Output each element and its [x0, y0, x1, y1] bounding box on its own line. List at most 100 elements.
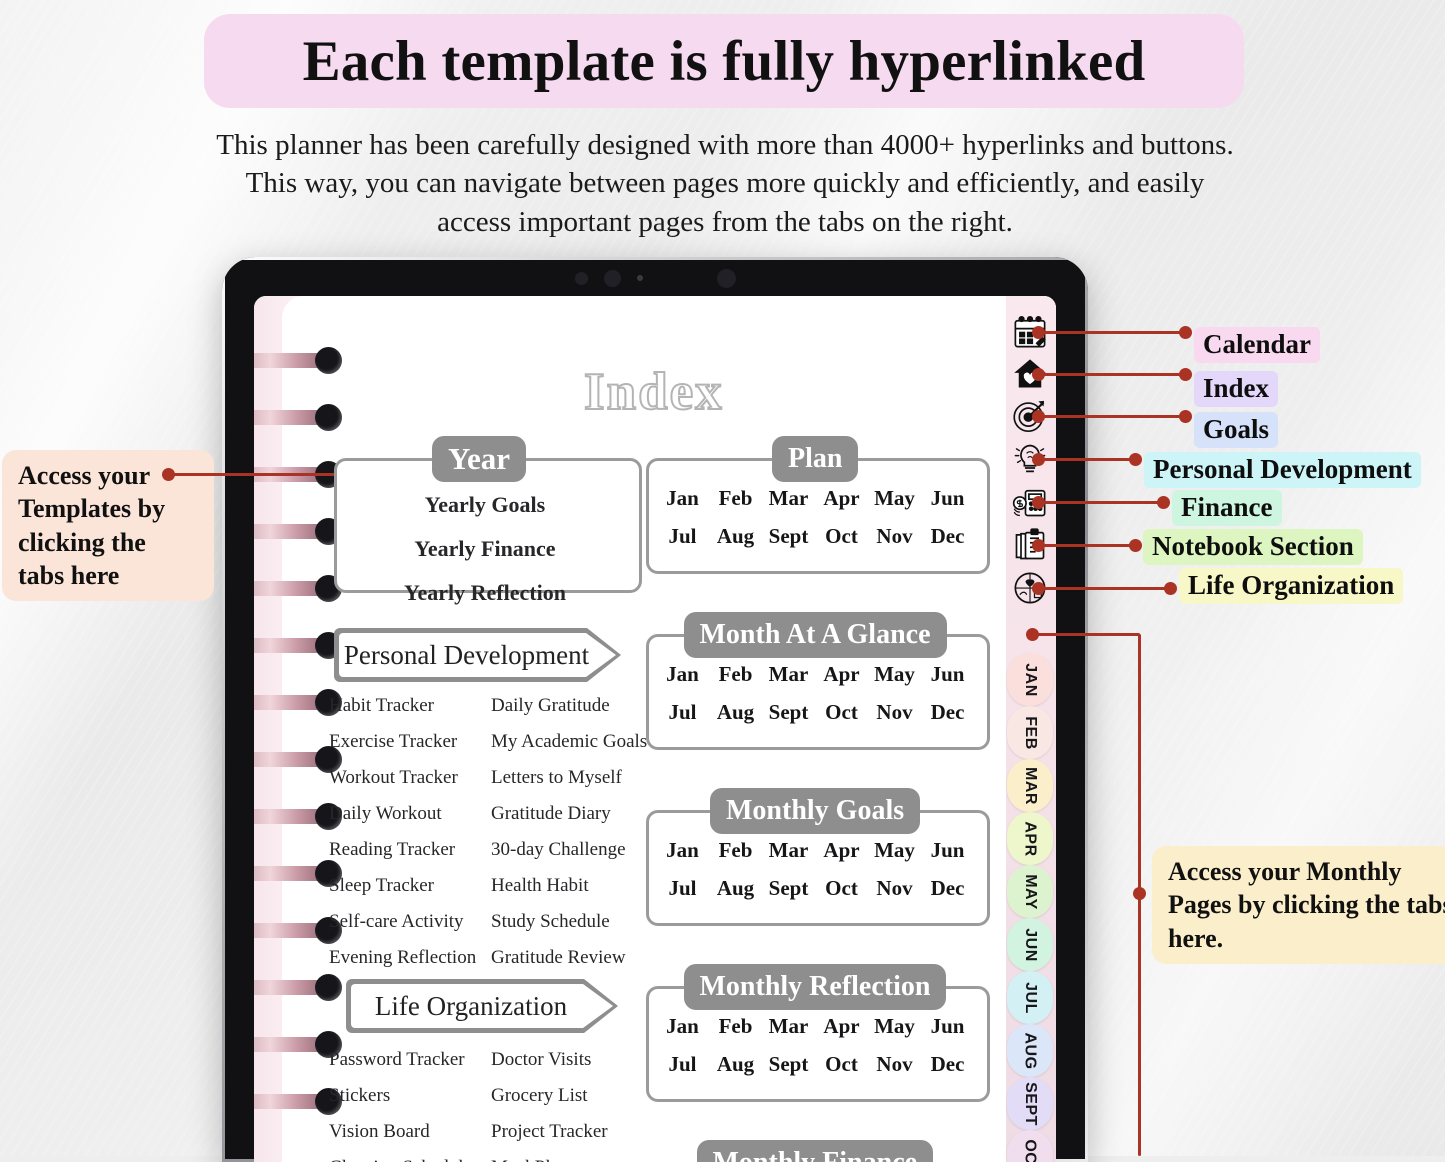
month-link-jun[interactable]: Jun: [921, 838, 974, 863]
month-tab-may[interactable]: MAY: [1007, 865, 1053, 918]
month-link-oct[interactable]: Oct: [815, 524, 868, 549]
side-tab-label-goals[interactable]: Goals: [1194, 412, 1279, 448]
month-card-badge[interactable]: Monthly Reflection: [683, 964, 947, 1010]
month-link-may[interactable]: May: [868, 662, 921, 687]
month-link-jan[interactable]: Jan: [656, 662, 709, 687]
month-card-badge[interactable]: Monthly Finance: [696, 1140, 934, 1162]
list-item[interactable]: Sleep Tracker: [329, 876, 489, 895]
month-link-dec[interactable]: Dec: [921, 876, 974, 901]
month-tab-sept[interactable]: SEPT: [1007, 1077, 1053, 1130]
list-item[interactable]: 30-day Challenge: [491, 840, 671, 859]
list-item[interactable]: Habit Tracker: [329, 696, 489, 715]
list-item[interactable]: Daily Gratitude: [491, 696, 671, 715]
month-link-dec[interactable]: Dec: [921, 700, 974, 725]
month-link-nov[interactable]: Nov: [868, 1052, 921, 1077]
month-card-badge[interactable]: Month At A Glance: [683, 612, 947, 658]
month-link-sept[interactable]: Sept: [762, 700, 815, 725]
month-link-apr[interactable]: Apr: [815, 838, 868, 863]
month-link-jun[interactable]: Jun: [921, 1014, 974, 1039]
side-tab-label-calendar[interactable]: Calendar: [1194, 327, 1320, 363]
month-tab-jun[interactable]: JUN: [1007, 918, 1053, 971]
list-item[interactable]: Evening Reflection: [329, 948, 489, 967]
month-link-jan[interactable]: Jan: [656, 1014, 709, 1039]
month-link-apr[interactable]: Apr: [815, 662, 868, 687]
month-tab-apr[interactable]: APR: [1007, 812, 1053, 865]
month-card-badge[interactable]: Monthly Goals: [710, 788, 921, 834]
month-link-oct[interactable]: Oct: [815, 1052, 868, 1077]
list-item[interactable]: Health Habit: [491, 876, 671, 895]
month-tab-oct[interactable]: OCT: [1007, 1130, 1053, 1162]
month-tab-aug[interactable]: AUG: [1007, 1024, 1053, 1077]
month-link-aug[interactable]: Aug: [709, 700, 762, 725]
list-item[interactable]: Grocery List: [491, 1086, 671, 1105]
list-item[interactable]: Daily Workout: [329, 804, 489, 823]
month-link-oct[interactable]: Oct: [815, 876, 868, 901]
month-link-mar[interactable]: Mar: [762, 662, 815, 687]
list-item[interactable]: Meal Planner: [491, 1158, 671, 1162]
month-link-may[interactable]: May: [868, 1014, 921, 1039]
list-item[interactable]: Study Schedule: [491, 912, 671, 931]
month-link-mar[interactable]: Mar: [762, 486, 815, 511]
month-link-feb[interactable]: Feb: [709, 486, 762, 511]
month-link-aug[interactable]: Aug: [709, 1052, 762, 1077]
list-item[interactable]: Cleaning Schedule: [329, 1158, 494, 1162]
year-section-badge[interactable]: Year: [432, 436, 526, 482]
list-item[interactable]: Vision Board: [329, 1122, 494, 1141]
month-link-aug[interactable]: Aug: [709, 876, 762, 901]
list-item[interactable]: Gratitude Diary: [491, 804, 671, 823]
year-item[interactable]: Yearly Goals: [334, 494, 636, 516]
month-link-jan[interactable]: Jan: [656, 838, 709, 863]
month-link-oct[interactable]: Oct: [815, 700, 868, 725]
month-link-mar[interactable]: Mar: [762, 838, 815, 863]
list-item[interactable]: Reading Tracker: [329, 840, 489, 859]
side-tab-label-index[interactable]: Index: [1194, 371, 1279, 407]
month-link-apr[interactable]: Apr: [815, 486, 868, 511]
month-link-feb[interactable]: Feb: [709, 1014, 762, 1039]
month-link-jun[interactable]: Jun: [921, 486, 974, 511]
side-tab-label-notebook-section[interactable]: Notebook Section: [1143, 529, 1363, 565]
month-link-aug[interactable]: Aug: [709, 524, 762, 549]
month-tab-feb[interactable]: FEB: [1007, 706, 1053, 759]
month-link-mar[interactable]: Mar: [762, 1014, 815, 1039]
month-link-jul[interactable]: Jul: [656, 1052, 709, 1077]
side-tab-label-finance[interactable]: Finance: [1172, 490, 1282, 526]
list-item[interactable]: Project Tracker: [491, 1122, 671, 1141]
month-link-jan[interactable]: Jan: [656, 486, 709, 511]
list-item[interactable]: Password Tracker: [329, 1050, 494, 1069]
list-item[interactable]: My Academic Goals: [491, 732, 671, 751]
month-link-nov[interactable]: Nov: [868, 700, 921, 725]
list-item[interactable]: Exercise Tracker: [329, 732, 489, 751]
month-link-jul[interactable]: Jul: [656, 524, 709, 549]
month-link-sept[interactable]: Sept: [762, 1052, 815, 1077]
month-link-jul[interactable]: Jul: [656, 876, 709, 901]
month-link-nov[interactable]: Nov: [868, 524, 921, 549]
month-link-may[interactable]: May: [868, 838, 921, 863]
month-card-badge[interactable]: Plan: [772, 436, 859, 482]
side-tab-label-life-organization[interactable]: Life Organization: [1179, 568, 1404, 604]
list-item[interactable]: Letters to Myself: [491, 768, 671, 787]
month-link-dec[interactable]: Dec: [921, 1052, 974, 1077]
month-link-may[interactable]: May: [868, 486, 921, 511]
month-link-sept[interactable]: Sept: [762, 524, 815, 549]
month-link-feb[interactable]: Feb: [709, 662, 762, 687]
month-tab-jan[interactable]: JAN: [1007, 653, 1053, 706]
list-item[interactable]: Gratitude Review: [491, 948, 671, 967]
year-item[interactable]: Yearly Reflection: [334, 582, 636, 604]
month-link-nov[interactable]: Nov: [868, 876, 921, 901]
month-link-feb[interactable]: Feb: [709, 838, 762, 863]
month-link-apr[interactable]: Apr: [815, 1014, 868, 1039]
list-item[interactable]: Workout Tracker: [329, 768, 489, 787]
life-organization-heading[interactable]: Life Organization: [346, 979, 618, 1033]
month-link-jun[interactable]: Jun: [921, 662, 974, 687]
month-link-jul[interactable]: Jul: [656, 700, 709, 725]
year-item[interactable]: Yearly Finance: [334, 538, 636, 560]
side-tab-label-personal-development[interactable]: Personal Development: [1144, 452, 1421, 488]
month-tab-mar[interactable]: MAR: [1007, 759, 1053, 812]
month-link-sept[interactable]: Sept: [762, 876, 815, 901]
month-tab-jul[interactable]: JUL: [1007, 971, 1053, 1024]
list-item[interactable]: Self-care Activity: [329, 912, 489, 931]
month-link-dec[interactable]: Dec: [921, 524, 974, 549]
list-item[interactable]: Doctor Visits: [491, 1050, 671, 1069]
personal-development-heading[interactable]: Personal Development: [334, 628, 621, 682]
list-item[interactable]: Stickers: [329, 1086, 494, 1105]
